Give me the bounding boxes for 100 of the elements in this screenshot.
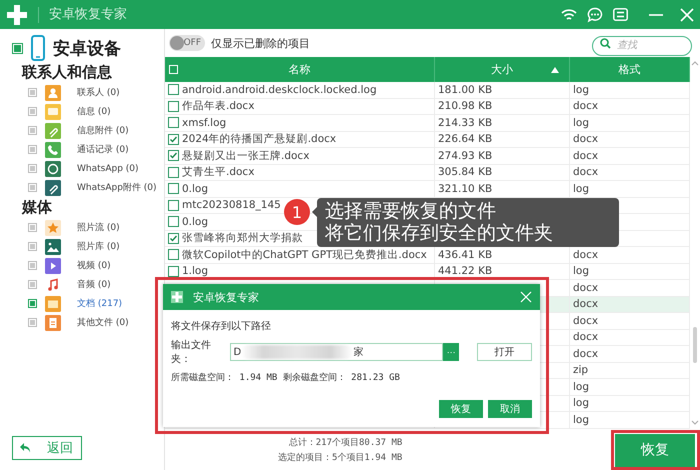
document-icon — [45, 314, 61, 330]
sidebar-item[interactable]: 通话记录 (0) — [77, 143, 129, 156]
file-format: docx — [573, 298, 598, 310]
file-format: log — [573, 265, 590, 278]
file-size: 321.10 KB — [438, 182, 492, 195]
checkbox[interactable] — [28, 183, 37, 192]
checkbox[interactable] — [168, 216, 179, 228]
checkbox[interactable] — [28, 126, 37, 135]
sidebar-item[interactable]: 文档 (217) — [77, 297, 122, 310]
app-logo-icon — [171, 291, 183, 303]
checkbox[interactable] — [28, 223, 37, 232]
checkbox[interactable] — [168, 183, 179, 194]
checkbox[interactable] — [28, 88, 37, 97]
checkbox[interactable] — [28, 280, 37, 289]
file-format: log — [573, 182, 590, 195]
file-name: 作品年表.docx — [182, 99, 254, 114]
file-name: 2024年的待播国产悬疑剧.docx — [182, 132, 336, 146]
file-size: 305.84 KB — [438, 166, 492, 178]
search-icon[interactable] — [600, 38, 611, 49]
close-icon[interactable] — [680, 8, 694, 22]
field-label: 输出文件夹： — [171, 338, 212, 366]
file-name: 悬疑剧又出一张王牌.docx — [182, 148, 310, 163]
search-field[interactable]: 查找 — [592, 36, 692, 56]
folder-field[interactable]: D 家 — [230, 343, 444, 361]
sidebar-item[interactable]: 视频 (0) — [77, 259, 111, 272]
path-text: D — [234, 346, 242, 358]
file-format: docx — [573, 100, 598, 112]
checkbox[interactable] — [168, 84, 179, 96]
sidebar-item[interactable]: 信息 (0) — [77, 105, 111, 118]
back-arrow-icon — [19, 442, 31, 454]
file-format: docx — [573, 166, 598, 178]
checkbox[interactable] — [28, 164, 37, 173]
checkbox[interactable] — [28, 242, 37, 251]
checkbox[interactable] — [168, 117, 179, 128]
group-title: 联系人和信息 — [20, 62, 113, 83]
image-icon — [45, 238, 61, 254]
chat-icon — [45, 160, 61, 176]
file-format: docx — [573, 314, 598, 327]
file-name: 0.log — [182, 182, 208, 195]
sidebar-item[interactable]: 联系人 (0) — [77, 86, 120, 99]
file-format: log — [573, 397, 590, 410]
wifi-icon[interactable] — [561, 8, 577, 22]
sidebar-item[interactable]: WhatsApp (0) — [77, 164, 139, 174]
menu-icon[interactable] — [613, 8, 628, 21]
disk-space-text: 所需磁盘空间： 1.94 MB 剩余磁盘空间： 281.23 GB — [171, 372, 401, 384]
sidebar-item[interactable]: 其他文件 (0) — [77, 316, 129, 329]
path-text: 家 — [353, 346, 364, 359]
play-icon — [45, 258, 61, 274]
file-format: docx — [573, 248, 598, 261]
phone-icon — [45, 142, 61, 158]
checkbox[interactable] — [28, 145, 37, 154]
file-name: android.android.deskclock.locked.log — [182, 84, 377, 96]
close-icon[interactable] — [520, 291, 532, 303]
file-name: mtc20230818_145 — [182, 199, 281, 212]
file-format: docx — [573, 331, 598, 344]
open-button[interactable]: 打开 — [477, 343, 532, 361]
checkbox[interactable] — [168, 200, 179, 211]
file-format: log — [573, 414, 590, 426]
checkbox[interactable] — [168, 166, 179, 178]
sidebar-item[interactable]: WhatsApp附件 (0) — [77, 181, 157, 194]
toggle-switch[interactable]: OFF — [169, 35, 205, 51]
tip-text: 将它们保存到安全的文件夹 — [325, 222, 554, 244]
group-title: 媒体 — [20, 197, 53, 218]
music-icon — [45, 276, 61, 292]
checkbox[interactable] — [28, 107, 37, 116]
file-format: docx — [573, 282, 598, 294]
file-format: docx — [573, 133, 598, 146]
filter-label: 仅显示已删除的项目 — [211, 36, 310, 50]
sidebar-item[interactable]: 音频 (0) — [77, 278, 111, 291]
checkbox[interactable] — [168, 100, 179, 112]
file-format: log — [573, 380, 590, 393]
paperclip-icon — [45, 122, 61, 138]
chat-icon[interactable] — [587, 6, 603, 22]
sidebar-item[interactable]: 照片库 (0) — [77, 240, 120, 253]
checkbox[interactable] — [12, 42, 23, 54]
file-size: 226.64 KB — [438, 133, 492, 146]
file-size: 436.41 KB — [438, 248, 492, 261]
checkbox[interactable] — [28, 318, 37, 327]
window-title: 安卓恢复专家 — [38, 6, 127, 22]
summary-text: 总计：217个项目80.37 MB — [288, 436, 402, 449]
file-name: 微软Copilot中的ChatGPT GPT现已免费推出.docx — [182, 248, 427, 262]
file-size: 210.98 KB — [438, 100, 492, 112]
summary-text: 选定的项目：5个项目1.94 MB — [278, 452, 402, 464]
tip-text: 选择需要恢复的文件 — [325, 200, 497, 222]
checkbox[interactable] — [28, 261, 37, 270]
sidebar-item[interactable]: 信息附件 (0) — [77, 124, 129, 137]
file-name: 0.log — [182, 216, 208, 228]
file-name: 张雪峰将向郑州大学捐款 — [182, 231, 303, 246]
folder-icon — [45, 296, 61, 312]
sidebar-item[interactable]: 照片流 (0) — [77, 221, 120, 234]
file-size: 181.00 KB — [438, 84, 492, 96]
message-icon — [45, 104, 61, 120]
checkbox[interactable] — [168, 134, 179, 145]
file-size: 274.93 KB — [438, 150, 492, 162]
checkbox[interactable] — [28, 299, 37, 308]
checkbox[interactable] — [168, 232, 179, 244]
checkbox[interactable] — [168, 249, 179, 260]
checkbox[interactable] — [168, 266, 179, 277]
checkbox[interactable] — [168, 150, 179, 162]
dialog-title: 安卓恢复专家 — [193, 290, 259, 304]
